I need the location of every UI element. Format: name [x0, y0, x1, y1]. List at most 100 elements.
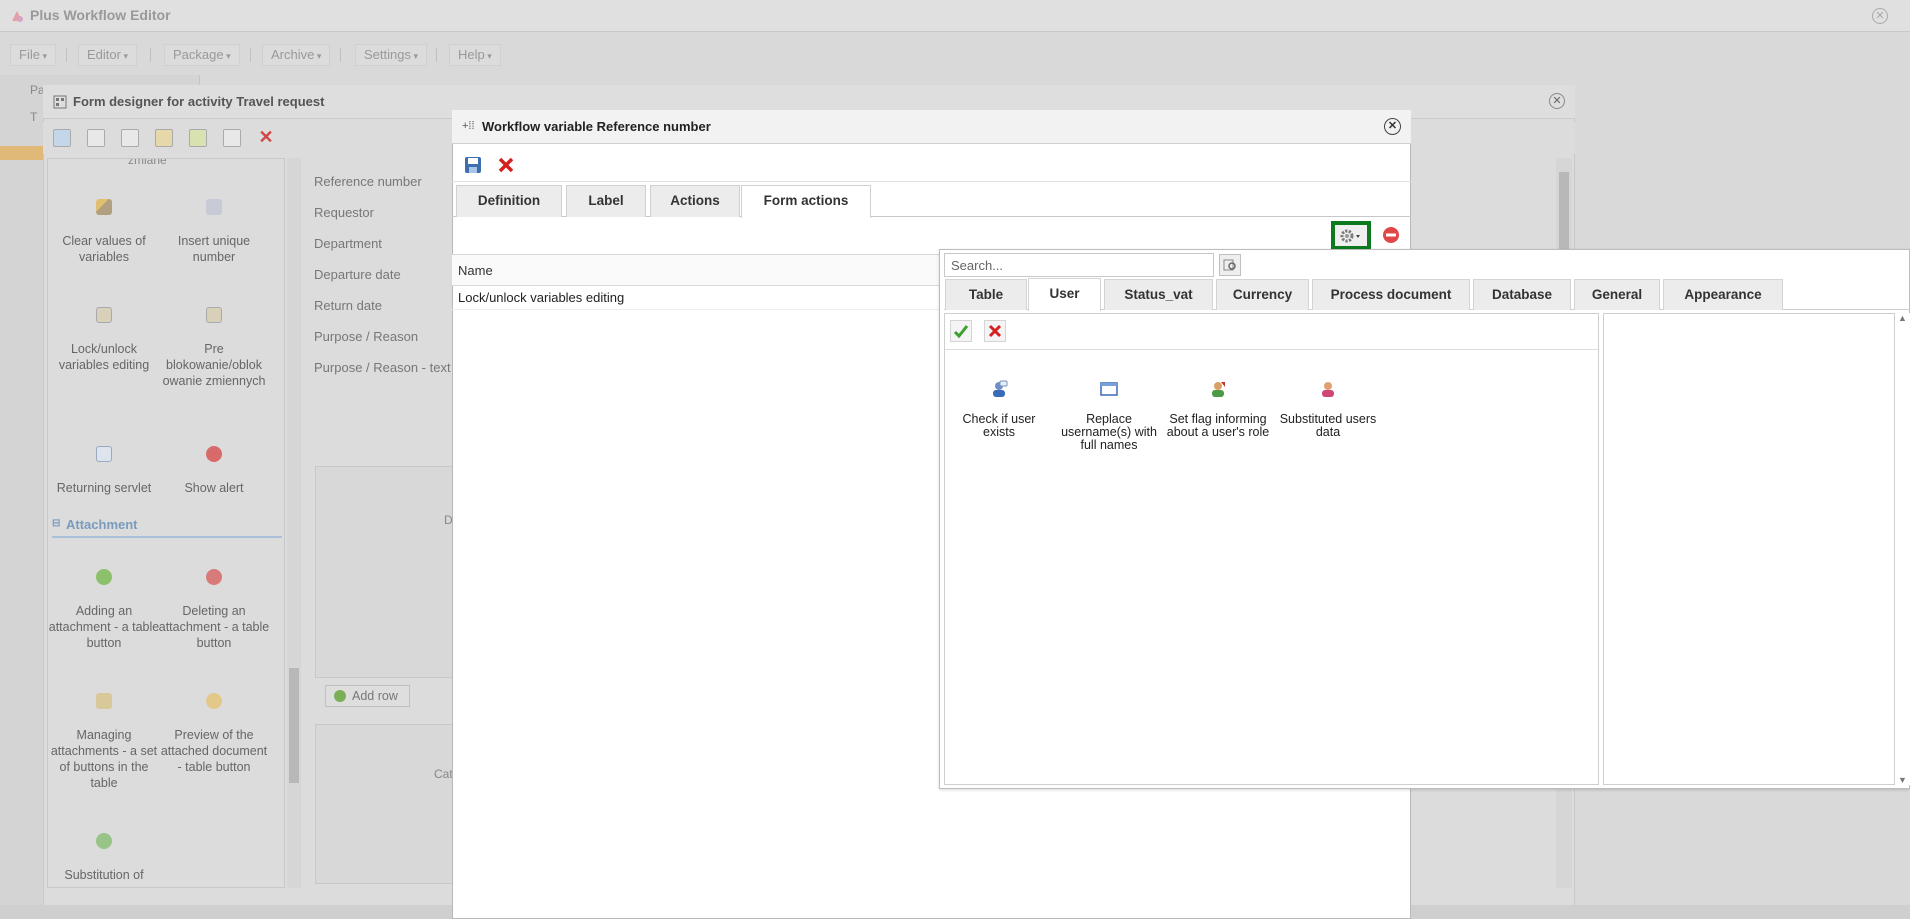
table-cell-name: Lock/unlock variables editing	[458, 290, 625, 305]
add-row-button[interactable]: Add row	[325, 685, 410, 707]
field-label: Return date	[314, 298, 382, 313]
remove-action-button[interactable]	[1382, 226, 1402, 246]
dialog-toolbar	[452, 148, 1411, 182]
field-label: Purpose / Reason - text	[314, 360, 451, 375]
scroll-down-icon[interactable]: ▼	[1898, 775, 1907, 785]
refresh-icon	[96, 833, 112, 849]
form-designer-close-icon[interactable]: ✕	[1549, 93, 1565, 109]
dialog-close-icon[interactable]: ✕	[1384, 118, 1401, 135]
close-red-icon[interactable]: ✕	[257, 128, 275, 147]
search-button[interactable]	[1219, 254, 1241, 276]
palette-item[interactable]: Show alert	[158, 446, 270, 496]
palette-item[interactable]: Insert unique number	[158, 199, 270, 265]
wand-icon	[96, 199, 112, 215]
gear-icon	[1340, 229, 1360, 242]
close-red-icon[interactable]	[495, 154, 517, 176]
palette-section-attachment[interactable]: ⊟ Attachment	[52, 517, 282, 538]
palette-scroll-thumb[interactable]	[289, 668, 299, 783]
table-row[interactable]: Lock/unlock variables editing	[452, 286, 942, 310]
tab-general[interactable]: General	[1574, 279, 1660, 310]
palette-item[interactable]: Returning servlet	[48, 446, 160, 496]
variable-icon: +⁞⁞	[462, 120, 475, 132]
add-icon	[96, 569, 112, 585]
search-input[interactable]	[944, 253, 1214, 277]
menu-archive[interactable]: Archive	[262, 44, 331, 66]
form-icon	[96, 446, 112, 462]
form-designer-icon	[53, 95, 67, 109]
tab-label[interactable]: Label	[566, 185, 646, 217]
field-label: Department	[314, 236, 382, 251]
palette-item[interactable]: Clear values of variables	[48, 199, 160, 265]
preview-icon[interactable]	[223, 129, 241, 147]
save-icon[interactable]	[462, 154, 484, 176]
user-check-icon	[993, 380, 1008, 397]
palette-cut-label: zmiane	[128, 158, 167, 167]
remove-icon	[206, 569, 222, 585]
magnifier-icon	[206, 693, 222, 709]
palette-item[interactable]: Adding an attachment - a table button	[48, 569, 160, 651]
app-close-icon[interactable]: ✕	[1872, 8, 1888, 24]
palette-item[interactable]: Lock/unlock variables editing	[48, 307, 160, 373]
add-action-gear-button[interactable]	[1331, 221, 1371, 250]
tab-currency[interactable]: Currency	[1216, 279, 1309, 310]
check-icon	[953, 325, 969, 339]
palette-item[interactable]: Substitution of	[48, 833, 160, 883]
tab-definition[interactable]: Definition	[456, 185, 562, 217]
form-grid: Cat	[315, 724, 460, 884]
tab-form-actions[interactable]: Form actions	[741, 185, 871, 218]
export-icon[interactable]	[189, 129, 207, 147]
search-icon	[1223, 259, 1236, 271]
grid-column-header: Cat	[434, 767, 453, 781]
menu-editor[interactable]: Editor	[78, 44, 137, 66]
app-logo-icon	[12, 11, 23, 22]
tab-user[interactable]: User	[1028, 278, 1101, 311]
components-palette: zmiane Clear values of variables Insert …	[47, 158, 285, 888]
user-role-icon	[1212, 382, 1225, 397]
tree-node-fragment[interactable]: T	[30, 110, 37, 124]
import-icon[interactable]	[155, 129, 173, 147]
popup-scrollbar[interactable]: ▲ ▼	[1895, 313, 1910, 785]
paperclip-icon	[96, 693, 112, 709]
palette-item[interactable]: Pre blokowanie/oblok owanie zmiennych	[158, 307, 270, 389]
remove-icon	[1383, 227, 1399, 243]
dialog-titlebar: +⁞⁞ Workflow variable Reference number ✕	[452, 110, 1411, 144]
dialog-tabs: Definition Label Actions Form actions	[452, 185, 1411, 218]
user-icon	[1322, 382, 1334, 397]
palette-item[interactable]: Preview of the attached document - table…	[158, 693, 270, 775]
tab-database[interactable]: Database	[1473, 279, 1571, 310]
action-tile[interactable]: Substituted users data	[1276, 380, 1380, 439]
menu-file[interactable]: File	[10, 44, 56, 66]
action-tile[interactable]: Check if user exists	[947, 380, 1051, 439]
action-tile[interactable]: Set flag informing about a user's role	[1166, 380, 1270, 439]
collapse-icon[interactable]: ⊟	[52, 518, 60, 529]
tree-selected-row[interactable]	[0, 146, 44, 160]
menubar: File Editor Package Archive Settings Hel…	[0, 38, 1910, 68]
app-titlebar: Plus Workflow Editor ✕	[0, 0, 1910, 32]
dialog-title: Workflow variable Reference number	[482, 119, 711, 134]
tab-actions[interactable]: Actions	[650, 185, 740, 217]
menu-package[interactable]: Package	[164, 44, 240, 66]
cancel-button[interactable]	[984, 320, 1006, 342]
tab-process-document[interactable]: Process document	[1312, 279, 1470, 310]
scroll-up-icon[interactable]: ▲	[1898, 313, 1907, 323]
form-grid: D	[315, 466, 460, 678]
tag-icon	[206, 199, 222, 215]
palette-item[interactable]: Deleting an attachment - a table button	[158, 569, 270, 651]
action-details-panel	[1603, 313, 1895, 785]
copy-icon[interactable]	[87, 129, 105, 147]
tab-table[interactable]: Table	[945, 279, 1027, 310]
form-add-icon[interactable]	[121, 129, 139, 147]
actions-table-header: Name	[452, 254, 942, 286]
tab-status-vat[interactable]: Status_vat	[1104, 279, 1213, 310]
lock-form-icon	[206, 307, 222, 323]
save-icon[interactable]	[53, 129, 71, 147]
alert-icon	[206, 446, 222, 462]
tab-appearance[interactable]: Appearance	[1663, 279, 1783, 310]
menu-settings[interactable]: Settings	[355, 44, 428, 66]
menu-help[interactable]: Help	[449, 44, 501, 66]
action-tile[interactable]: Replace username(s) with full names	[1057, 380, 1161, 452]
palette-item[interactable]: Managing attachments - a set of buttons …	[48, 693, 160, 791]
column-name-header[interactable]: Name	[458, 263, 493, 278]
form-designer-title: Form designer for activity Travel reques…	[73, 94, 325, 109]
confirm-button[interactable]	[950, 320, 972, 342]
